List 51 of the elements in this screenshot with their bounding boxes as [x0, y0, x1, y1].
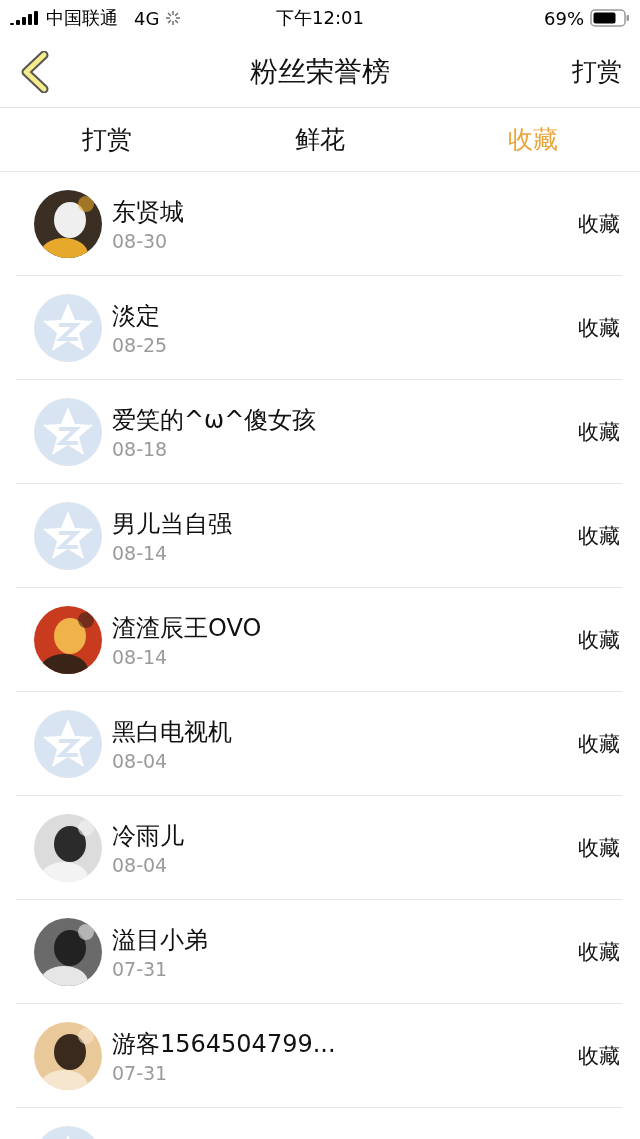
gift-type-label: 收藏 [578, 314, 620, 342]
date-label: 08-30 [112, 229, 169, 252]
fan-row[interactable]: 游客1564504799... 07-31 收藏 [16, 1004, 622, 1108]
fan-name: 淡定 [112, 300, 161, 332]
gift-type-label: 收藏 [578, 210, 620, 238]
network-label: 4G [134, 7, 160, 29]
date-label: 07-31 [112, 957, 169, 980]
fan-row[interactable]: 渣渣辰王OVO 08-14 收藏 [16, 588, 622, 692]
fan-row[interactable]: 黑白电视机 08-04 收藏 [16, 692, 622, 796]
page-title: 粉丝荣誉榜 [249, 53, 391, 90]
gift-type-label: 收藏 [578, 1042, 620, 1070]
carrier-label: 中国联通 [46, 6, 118, 30]
fan-name: 东贤城 [112, 196, 185, 228]
date-label: 08-25 [112, 333, 169, 356]
gift-type-label: 收藏 [578, 418, 620, 446]
fan-name: 黑白电视机 [112, 716, 233, 748]
tab[interactable]: 打赏 [81, 123, 132, 156]
battery-label: 69% [544, 7, 584, 29]
gift-type-label: 收藏 [578, 730, 620, 758]
signal-icon [10, 11, 40, 25]
fan-name: 溢目小弟 [112, 924, 209, 956]
battery-icon [590, 9, 630, 27]
default-avatar-icon [34, 501, 102, 570]
fan-name: 冷雨儿 [112, 820, 185, 852]
fan-row[interactable]: 溢目小弟 07-31 收藏 [16, 900, 622, 1004]
default-avatar-icon [34, 293, 102, 362]
gift-type-label: 收藏 [578, 834, 620, 862]
loading-spinner-icon [165, 10, 182, 26]
gift-type-label: 收藏 [578, 626, 620, 654]
fan-name: 爱笑的^ω^傻女孩 [112, 404, 318, 436]
date-label: 08-18 [112, 437, 169, 460]
tab[interactable]: 鲜花 [295, 123, 345, 156]
default-avatar-icon [34, 397, 102, 466]
time-label: 下午12:01 [276, 6, 364, 30]
gift-type-label: 收藏 [578, 938, 620, 966]
gift-type-label: 收藏 [578, 522, 620, 550]
fan-row[interactable]: 男儿当自强 08-14 收藏 [16, 484, 622, 588]
fan-row[interactable]: 爱笑的^ω^傻女孩 08-18 收藏 [16, 380, 622, 484]
date-label: 07-31 [112, 1061, 169, 1084]
fan-row[interactable]: 东贤城 08-30 收藏 [16, 172, 622, 276]
reward-link[interactable]: 打赏 [572, 55, 622, 88]
fan-name: 游客1564504799... [112, 1028, 337, 1060]
fan-row[interactable]: 冷雨儿 08-04 收藏 [16, 796, 622, 900]
default-avatar-icon [34, 709, 102, 778]
date-label: 08-14 [112, 541, 169, 564]
date-label: 08-04 [112, 749, 169, 772]
fan-row[interactable]: 淡定 08-25 收藏 [16, 276, 622, 380]
fan-name: 渣渣辰王OVO [112, 612, 263, 644]
date-label: 08-04 [112, 853, 169, 876]
fan-name: 男儿当自强 [112, 508, 233, 540]
date-label: 08-14 [112, 645, 169, 668]
